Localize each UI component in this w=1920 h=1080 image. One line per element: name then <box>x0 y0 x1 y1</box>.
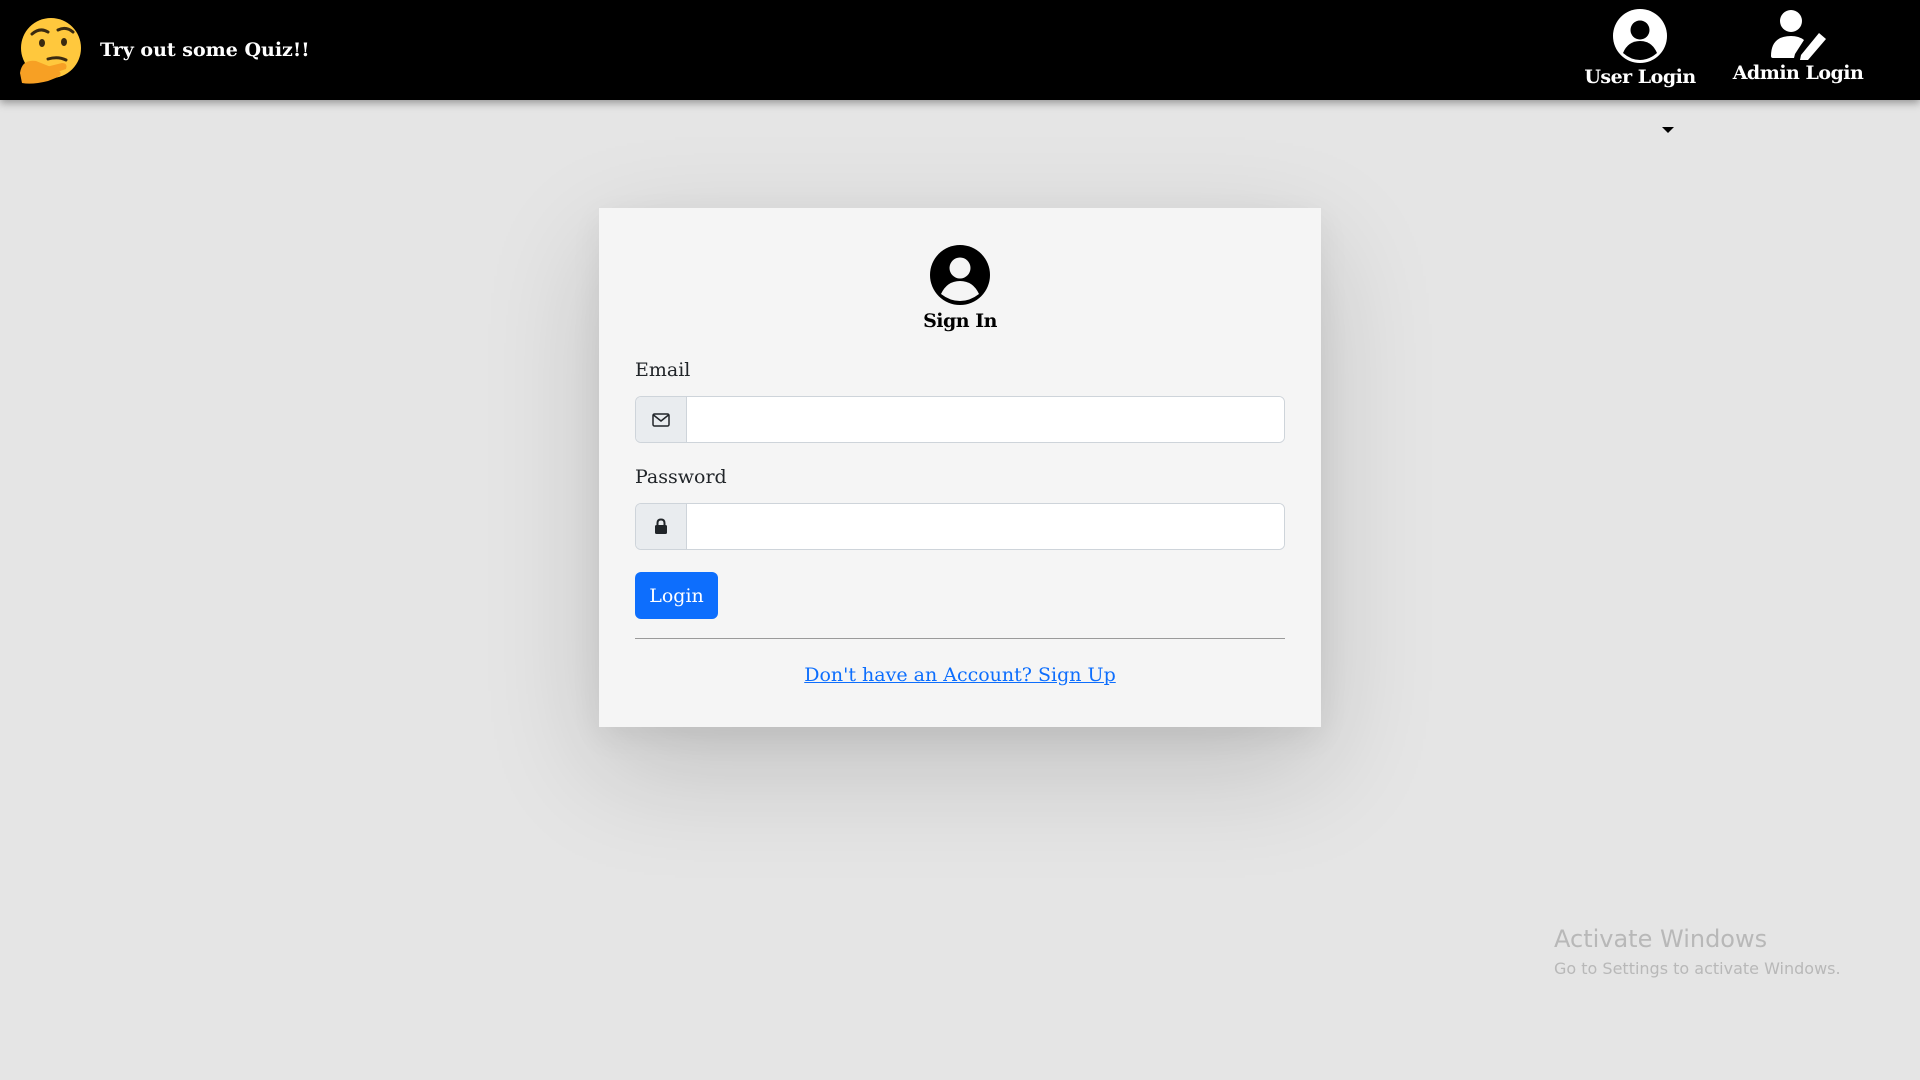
nav-user-login-label: User Login <box>1584 66 1696 88</box>
watermark-title: Activate Windows <box>1554 925 1768 953</box>
user-edit-icon <box>1771 10 1826 60</box>
activate-windows-watermark: Activate Windows Go to Settings to activ… <box>1554 925 1841 978</box>
watermark-subtitle: Go to Settings to activate Windows. <box>1554 959 1841 978</box>
email-input-group <box>635 396 1285 443</box>
brand-text: Try out some Quiz!! <box>100 39 310 61</box>
login-card: Sign In Email Password Login Don't have … <box>599 208 1321 727</box>
password-input-group <box>635 503 1285 550</box>
nav-admin-login-label: Admin Login <box>1732 62 1864 84</box>
dropdown-caret-icon[interactable] <box>1662 127 1674 133</box>
card-header: Sign In <box>599 244 1321 332</box>
navbar: Try out some Quiz!! User Login Admin Log… <box>0 0 1920 100</box>
thinking-face-icon <box>20 18 81 84</box>
password-input[interactable] <box>687 504 1284 549</box>
divider <box>635 638 1285 639</box>
signup-link[interactable]: Don't have an Account? Sign Up <box>599 664 1321 686</box>
nav-user-login[interactable]: User Login <box>1584 8 1696 88</box>
password-label: Password <box>635 466 727 488</box>
signin-title: Sign In <box>923 310 997 332</box>
login-button[interactable]: Login <box>635 572 718 619</box>
password-addon <box>636 504 687 549</box>
email-label: Email <box>635 359 691 381</box>
lock-icon <box>655 518 667 534</box>
user-circle-icon <box>930 245 990 305</box>
nav-admin-login[interactable]: Admin Login <box>1733 8 1864 84</box>
envelope-icon <box>652 412 670 427</box>
user-circle-icon <box>1613 9 1667 63</box>
email-input[interactable] <box>687 397 1284 442</box>
email-addon <box>636 397 687 442</box>
brand[interactable]: Try out some Quiz!! <box>18 15 310 85</box>
